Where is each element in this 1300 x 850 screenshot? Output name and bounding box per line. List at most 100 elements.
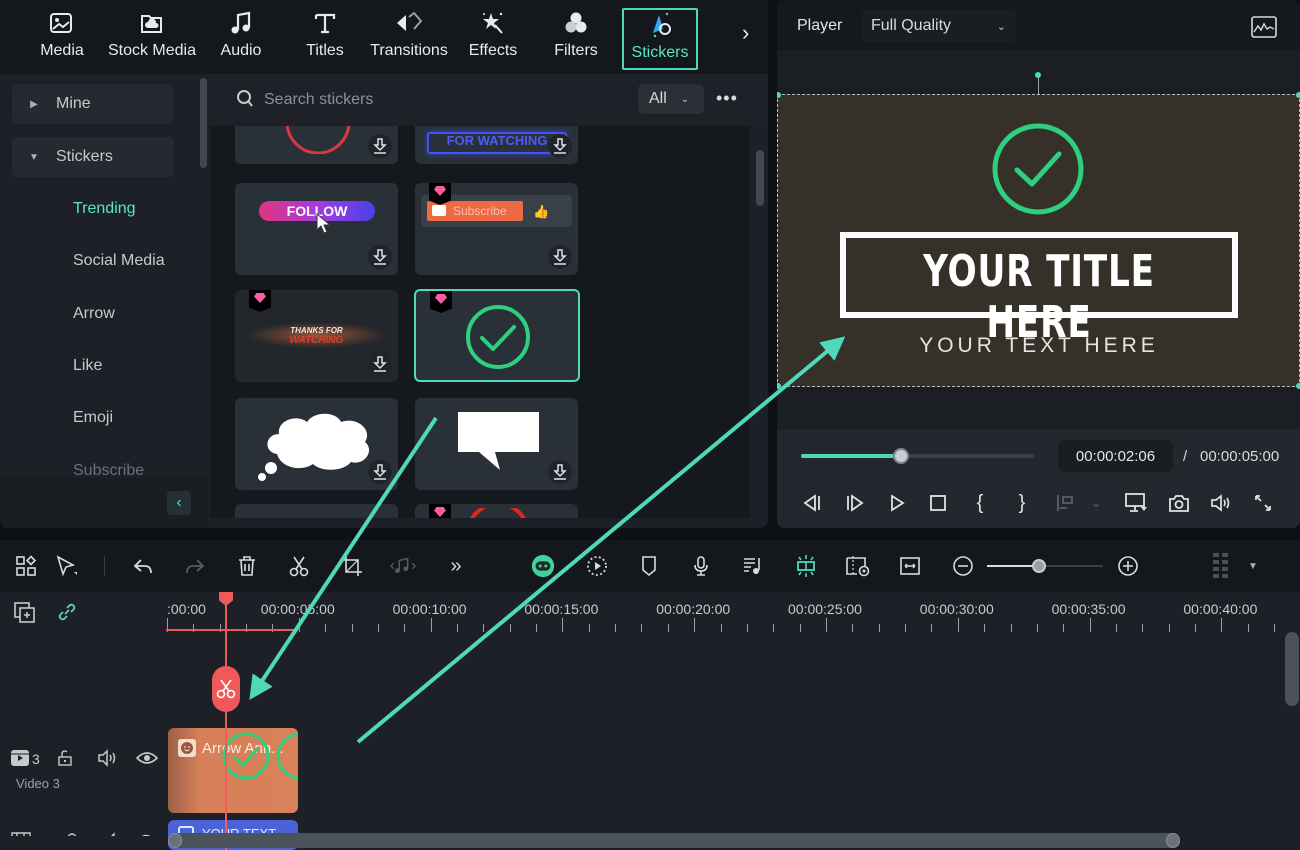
sticker-card-follow-button[interactable]: FOLLOW xyxy=(235,183,398,275)
tab-audio[interactable]: Audio xyxy=(214,8,268,68)
sidebar-item-social-media[interactable]: Social Media xyxy=(73,252,165,270)
tab-effects[interactable]: Effects xyxy=(466,8,520,68)
sticker-card-speech-bubble[interactable] xyxy=(415,398,578,490)
volume-button[interactable] xyxy=(1208,490,1234,516)
download-icon[interactable] xyxy=(548,245,572,269)
insert-options-dropdown[interactable]: ⌄ xyxy=(1083,490,1109,516)
nav-more-chevron-icon[interactable]: › xyxy=(742,20,749,46)
undo-button[interactable] xyxy=(130,553,156,579)
zoom-in-button[interactable] xyxy=(1115,553,1141,579)
next-frame-button[interactable] xyxy=(842,490,868,516)
timeline-settings-button[interactable] xyxy=(1208,553,1234,579)
audio-track-button[interactable] xyxy=(740,553,766,579)
tab-transitions[interactable]: Transitions xyxy=(368,8,450,68)
filters-icon xyxy=(563,8,589,38)
play-button[interactable] xyxy=(884,490,910,516)
marker-button[interactable] xyxy=(636,553,662,579)
snapshot-button[interactable] xyxy=(1166,490,1192,516)
display-button[interactable] xyxy=(1123,490,1149,516)
resize-handle-top-left[interactable] xyxy=(777,92,781,98)
insert-button[interactable] xyxy=(1053,490,1079,516)
layout-button[interactable] xyxy=(13,553,39,579)
download-icon[interactable] xyxy=(548,134,572,158)
sticker-card-thought-cloud[interactable] xyxy=(235,398,398,490)
download-icon[interactable] xyxy=(368,134,392,158)
preview-render-button[interactable] xyxy=(845,553,871,579)
tab-titles[interactable]: Titles xyxy=(300,8,350,68)
download-icon[interactable] xyxy=(548,460,572,484)
sidebar-item-trending[interactable]: Trending xyxy=(73,200,136,218)
sticker-grid-scrollbar[interactable] xyxy=(756,150,764,206)
sticker-card-subscribe-button[interactable]: Subscribe 👍 xyxy=(415,183,578,275)
timeline-clip-sticker[interactable]: Arrow Ann... xyxy=(168,728,298,813)
mark-in-button[interactable]: { xyxy=(967,490,993,516)
ruler-tick xyxy=(746,624,748,632)
download-icon[interactable] xyxy=(368,352,392,376)
track-number: 3 xyxy=(32,751,40,767)
split-at-playhead-button[interactable] xyxy=(212,666,240,712)
tab-filters[interactable]: Filters xyxy=(552,8,600,68)
tab-stock-media[interactable]: Stock Media xyxy=(106,8,198,68)
rotate-handle[interactable] xyxy=(1035,72,1041,78)
sticker-card-thanks-for-watching[interactable]: THANKS FOR WATCHING xyxy=(235,290,398,382)
resize-handle-bottom-right[interactable] xyxy=(1296,383,1300,389)
ruler-label: 00:00:30:00 xyxy=(919,601,994,617)
resize-handle-bottom-left[interactable] xyxy=(777,383,781,389)
sidebar-group-stickers[interactable]: ▼ Stickers xyxy=(12,137,174,177)
mute-track-button[interactable] xyxy=(96,748,118,773)
ruler-label: :00:00 xyxy=(167,601,206,617)
zoom-out-button[interactable] xyxy=(950,553,976,579)
resize-handle-top-right[interactable] xyxy=(1296,92,1300,98)
mark-out-button[interactable]: } xyxy=(1009,490,1035,516)
sidebar-item-emoji[interactable]: Emoji xyxy=(73,409,113,427)
fit-timeline-button[interactable] xyxy=(897,553,923,579)
select-tool-button[interactable] xyxy=(54,553,80,579)
timeline-vertical-scrollbar[interactable] xyxy=(1285,632,1299,706)
add-track-button[interactable] xyxy=(13,601,37,630)
auto-reframe-button[interactable] xyxy=(584,553,610,579)
sidebar-scrollbar[interactable] xyxy=(200,78,207,168)
download-icon[interactable] xyxy=(368,460,392,484)
collapse-sidebar-button[interactable]: ‹ xyxy=(167,491,191,515)
snap-button[interactable] xyxy=(793,553,819,579)
scrollbar-handle-left[interactable] xyxy=(168,833,182,848)
sticker-card-thanks-for-watching-neon[interactable]: FOR WATCHING xyxy=(415,126,578,164)
ai-assistant-button[interactable] xyxy=(530,553,556,579)
current-time[interactable]: 00:00:02:06 xyxy=(1058,440,1173,472)
hide-track-button[interactable] xyxy=(135,750,159,771)
more-options-button[interactable]: ••• xyxy=(716,88,738,109)
delete-button[interactable] xyxy=(234,553,260,579)
fullscreen-button[interactable] xyxy=(1250,490,1276,516)
sidebar-group-mine[interactable]: ▶ Mine xyxy=(12,84,174,124)
lock-track-button[interactable] xyxy=(56,749,74,772)
crop-button[interactable] xyxy=(339,553,365,579)
search-input[interactable] xyxy=(264,88,604,112)
sticker-card-partial[interactable] xyxy=(235,504,398,518)
sticker-card-red-circle[interactable] xyxy=(235,126,398,164)
sidebar-item-like[interactable]: Like xyxy=(73,357,102,375)
more-tools-button[interactable]: » xyxy=(443,553,469,579)
sticker-card-check-circle[interactable] xyxy=(414,289,580,382)
video-scope-button[interactable] xyxy=(1251,16,1277,43)
timeline-settings-dropdown[interactable]: ▼ xyxy=(1240,553,1266,579)
filter-dropdown[interactable]: All ⌄ xyxy=(638,84,704,114)
link-button[interactable] xyxy=(56,601,78,628)
download-icon[interactable] xyxy=(368,245,392,269)
audio-edit-button[interactable] xyxy=(390,553,416,579)
voiceover-button[interactable] xyxy=(688,553,714,579)
playhead-line[interactable] xyxy=(225,600,227,850)
scrollbar-handle-right[interactable] xyxy=(1166,833,1180,848)
magnet-snap-icon xyxy=(797,555,815,577)
tab-media[interactable]: Media xyxy=(34,8,90,68)
split-button[interactable] xyxy=(286,553,312,579)
quality-dropdown[interactable]: Full Quality ⌄ xyxy=(862,10,1016,42)
time-ruler[interactable] xyxy=(166,592,1300,634)
timeline-horizontal-scrollbar[interactable] xyxy=(168,833,1180,848)
previous-frame-button[interactable] xyxy=(799,490,825,516)
redo-button[interactable] xyxy=(182,553,208,579)
stop-button[interactable] xyxy=(925,490,951,516)
tab-stickers[interactable]: Stickers xyxy=(622,8,698,70)
sticker-card-partial-red[interactable] xyxy=(415,504,578,518)
sidebar-item-arrow[interactable]: Arrow xyxy=(73,305,115,323)
ruler-tick xyxy=(430,618,432,632)
